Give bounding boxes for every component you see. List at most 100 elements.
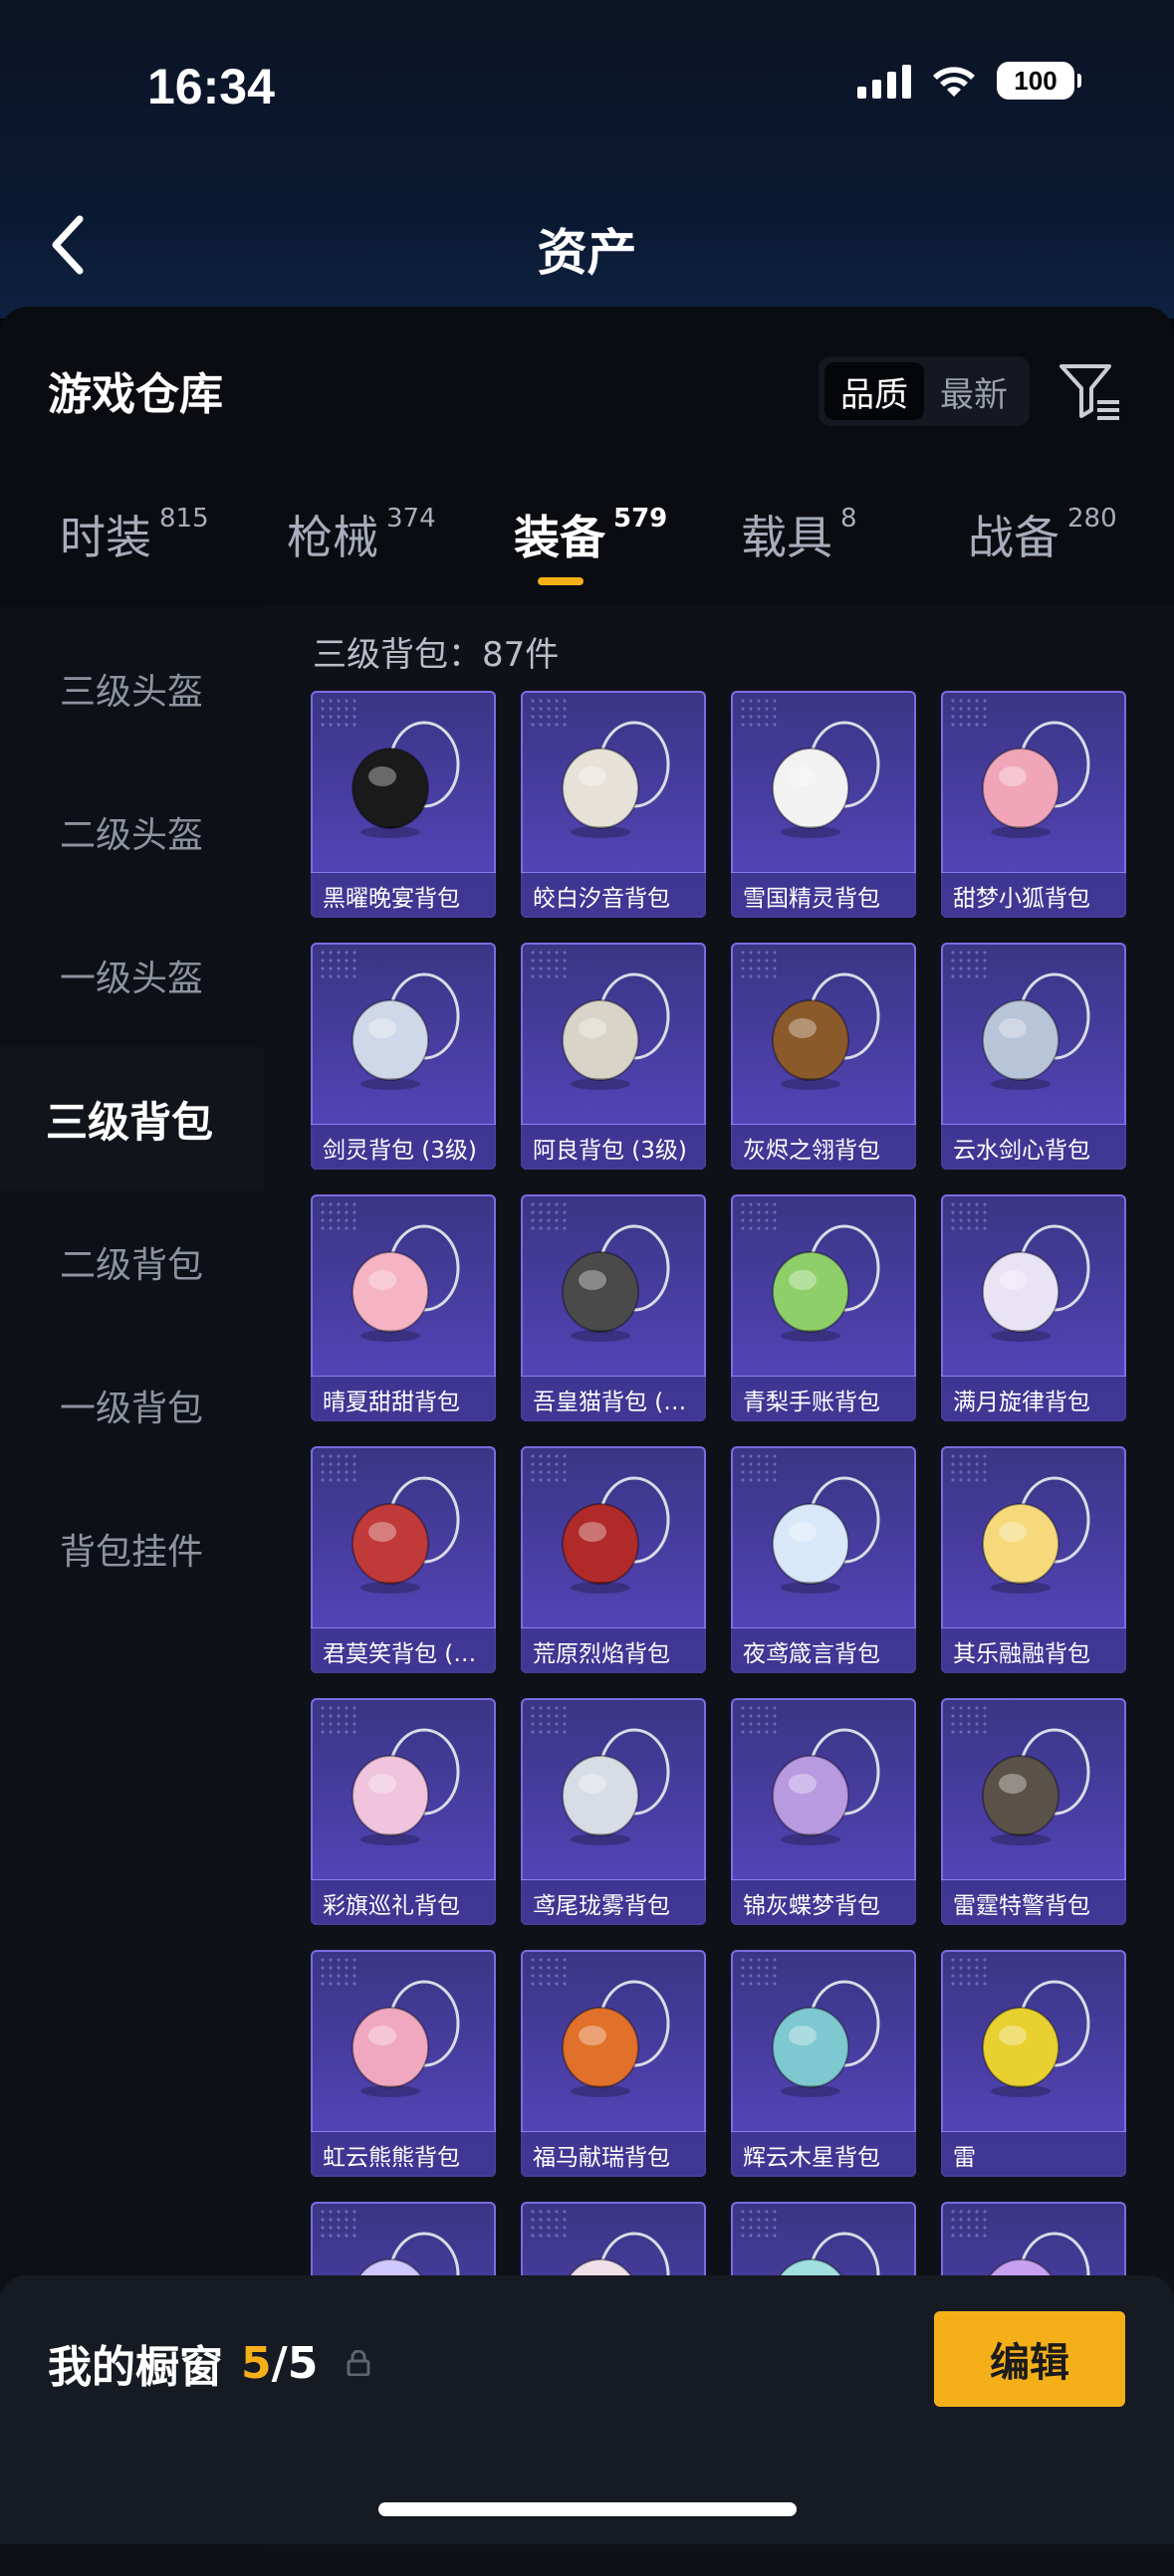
sidebar-item-backpack-1[interactable]: 一级背包 (0, 1334, 263, 1477)
item-name-bar: 夜鸢箴言背包 (731, 1627, 916, 1673)
edit-button[interactable]: 编辑 (934, 2311, 1125, 2407)
item-name: 夜鸢箴言背包 (743, 1640, 880, 1667)
item-card[interactable]: 青梨手账背包 (731, 1194, 916, 1421)
item-name-bar: 甜梦小狐背包 (941, 872, 1126, 918)
item-name-bar: 鸢尾珑雾背包 (521, 1879, 706, 1925)
showcase-count: 5/5 (241, 2338, 318, 2389)
active-tab-indicator (538, 577, 584, 585)
item-name-bar: 荒原烈焰背包 (521, 1627, 706, 1673)
item-card[interactable]: 虹云熊熊背包 (311, 1950, 496, 2177)
item-card[interactable]: 雪国精灵背包 (731, 691, 916, 918)
chick-backpack-icon (982, 1476, 1090, 1594)
crest-backpack-icon (352, 1476, 460, 1594)
sidebar-item-helmet-3[interactable]: 三级头盔 (0, 617, 263, 760)
tab-count: 579 (613, 504, 668, 534)
bow-shield-backpack-icon (352, 1728, 460, 1845)
item-name: 雷 (953, 2144, 976, 2171)
tab-equipment[interactable]: 装备 579 (514, 502, 667, 567)
jupiter-backpack-icon (772, 1980, 880, 2097)
item-name: 剑灵背包 (3级) (323, 1137, 477, 1164)
item-name-bar: 雪国精灵背包 (731, 872, 916, 918)
item-name-bar: 其乐融融背包 (941, 1627, 1126, 1673)
item-card[interactable]: 晴夏甜甜背包 (311, 1194, 496, 1421)
item-card[interactable]: 阿良背包 (3级) (521, 943, 706, 1170)
sidebar-item-helmet-1[interactable]: 一级头盔 (0, 904, 263, 1047)
item-name: 云水剑心背包 (953, 1137, 1090, 1164)
sidebar-item-backpack-3[interactable]: 三级背包 (0, 1047, 263, 1190)
item-name: 荒原烈焰背包 (533, 1640, 670, 1667)
item-name-bar: 福马献瑞背包 (521, 2131, 706, 2177)
tab-combat-gear[interactable]: 战备 280 (968, 502, 1117, 567)
item-name: 君莫笑背包 (3级) (323, 1640, 490, 1667)
tab-label: 载具 (741, 511, 832, 564)
item-name: 雪国精灵背包 (743, 885, 880, 912)
item-card[interactable]: 辉云木星背包 (731, 1950, 916, 2177)
item-name: 福马献瑞背包 (533, 2144, 670, 2171)
item-name: 皎白汐音背包 (533, 885, 670, 912)
sidebar-item-helmet-2[interactable]: 二级头盔 (0, 760, 263, 904)
gray-cat-backpack-icon (562, 1224, 670, 1342)
item-name-bar: 灰烬之翎背包 (731, 1124, 916, 1170)
item-name: 甜梦小狐背包 (953, 885, 1090, 912)
item-name: 晴夏甜甜背包 (323, 1389, 460, 1415)
item-card[interactable]: 吾皇猫背包 (3级) (521, 1194, 706, 1421)
item-card[interactable]: 鸢尾珑雾背包 (521, 1698, 706, 1925)
tab-label: 战备 (968, 511, 1059, 564)
item-name: 灰烬之翎背包 (743, 1137, 880, 1164)
item-card[interactable]: 灰烬之翎背包 (731, 943, 916, 1170)
cloud-sword-backpack-icon (982, 972, 1090, 1090)
item-card[interactable]: 黑曜晚宴背包 (311, 691, 496, 918)
tab-vehicles[interactable]: 载具 8 (741, 502, 857, 567)
item-card[interactable]: 荒原烈焰背包 (521, 1446, 706, 1673)
item-card[interactable]: 彩旗巡礼背包 (311, 1698, 496, 1925)
item-name-bar: 阿良背包 (3级) (521, 1124, 706, 1170)
item-card[interactable]: 云水剑心背包 (941, 943, 1126, 1170)
tab-count: 8 (840, 504, 857, 534)
sort-toggle: 品质 最新 (819, 356, 1030, 426)
item-card[interactable]: 福马献瑞背包 (521, 1950, 706, 2177)
item-name: 锦灰蝶梦背包 (743, 1892, 880, 1919)
sort-quality-button[interactable]: 品质 (824, 362, 924, 420)
item-card[interactable]: 其乐融融背包 (941, 1446, 1126, 1673)
item-name: 其乐融融背包 (953, 1640, 1090, 1667)
item-card[interactable]: 甜梦小狐背包 (941, 691, 1126, 918)
home-indicator (378, 2502, 797, 2516)
tab-firearms[interactable]: 枪械 374 (287, 502, 436, 567)
item-name-bar: 锦灰蝶梦背包 (731, 1879, 916, 1925)
section-header: 三级背包：87件 (313, 635, 560, 675)
item-card[interactable]: 皎白汐音背包 (521, 691, 706, 918)
sidebar-item-backpack-charm[interactable]: 背包挂件 (0, 1477, 263, 1620)
sort-newest-button[interactable]: 最新 (924, 362, 1024, 420)
warehouse-panel: 游戏仓库 品质 最新 时装 815 枪械 374 装备 579 载具 8 战备 … (0, 307, 1174, 2576)
warehouse-title: 游戏仓库 (48, 369, 223, 420)
status-bar: 16:34 100 (0, 0, 1174, 159)
item-card[interactable]: 夜鸢箴言背包 (731, 1446, 916, 1673)
item-card[interactable]: 满月旋律背包 (941, 1194, 1126, 1421)
silver-bag-backpack-icon (562, 1728, 670, 1845)
orange-horse-backpack-icon (562, 1980, 670, 2097)
showcase-count-total: /5 (271, 2337, 319, 2389)
item-card[interactable]: 雷霆特警背包 (941, 1698, 1126, 1925)
pink-bunny-backpack-icon (352, 1224, 460, 1342)
item-card[interactable]: 雷 (941, 1950, 1126, 2177)
item-name: 虹云熊熊背包 (323, 2144, 460, 2171)
item-name-bar: 青梨手账背包 (731, 1376, 916, 1421)
item-name: 满月旋律背包 (953, 1389, 1090, 1415)
moon-melody-backpack-icon (982, 1224, 1090, 1342)
item-card[interactable]: 君莫笑背包 (3级) (311, 1446, 496, 1673)
white-shell-backpack-icon (562, 721, 670, 838)
item-name: 阿良背包 (3级) (533, 1137, 687, 1164)
item-card[interactable]: 锦灰蝶梦背包 (731, 1698, 916, 1925)
sidebar-item-backpack-2[interactable]: 二级背包 (0, 1190, 263, 1334)
showcase-bar: 我的橱窗 5/5 编辑 (0, 2275, 1174, 2544)
tab-label: 时装 (60, 511, 151, 564)
gourd-backpack-icon (562, 972, 670, 1090)
swat-backpack-icon (982, 1728, 1090, 1845)
tab-fashion[interactable]: 时装 815 (60, 502, 209, 567)
filter-icon[interactable] (1057, 358, 1123, 424)
item-card[interactable]: 剑灵背包 (3级) (311, 943, 496, 1170)
item-name: 雷霆特警背包 (953, 1892, 1090, 1919)
item-name-bar: 满月旋律背包 (941, 1376, 1126, 1421)
showcase-count-current: 5 (241, 2337, 272, 2389)
item-name: 吾皇猫背包 (3级) (533, 1389, 700, 1415)
